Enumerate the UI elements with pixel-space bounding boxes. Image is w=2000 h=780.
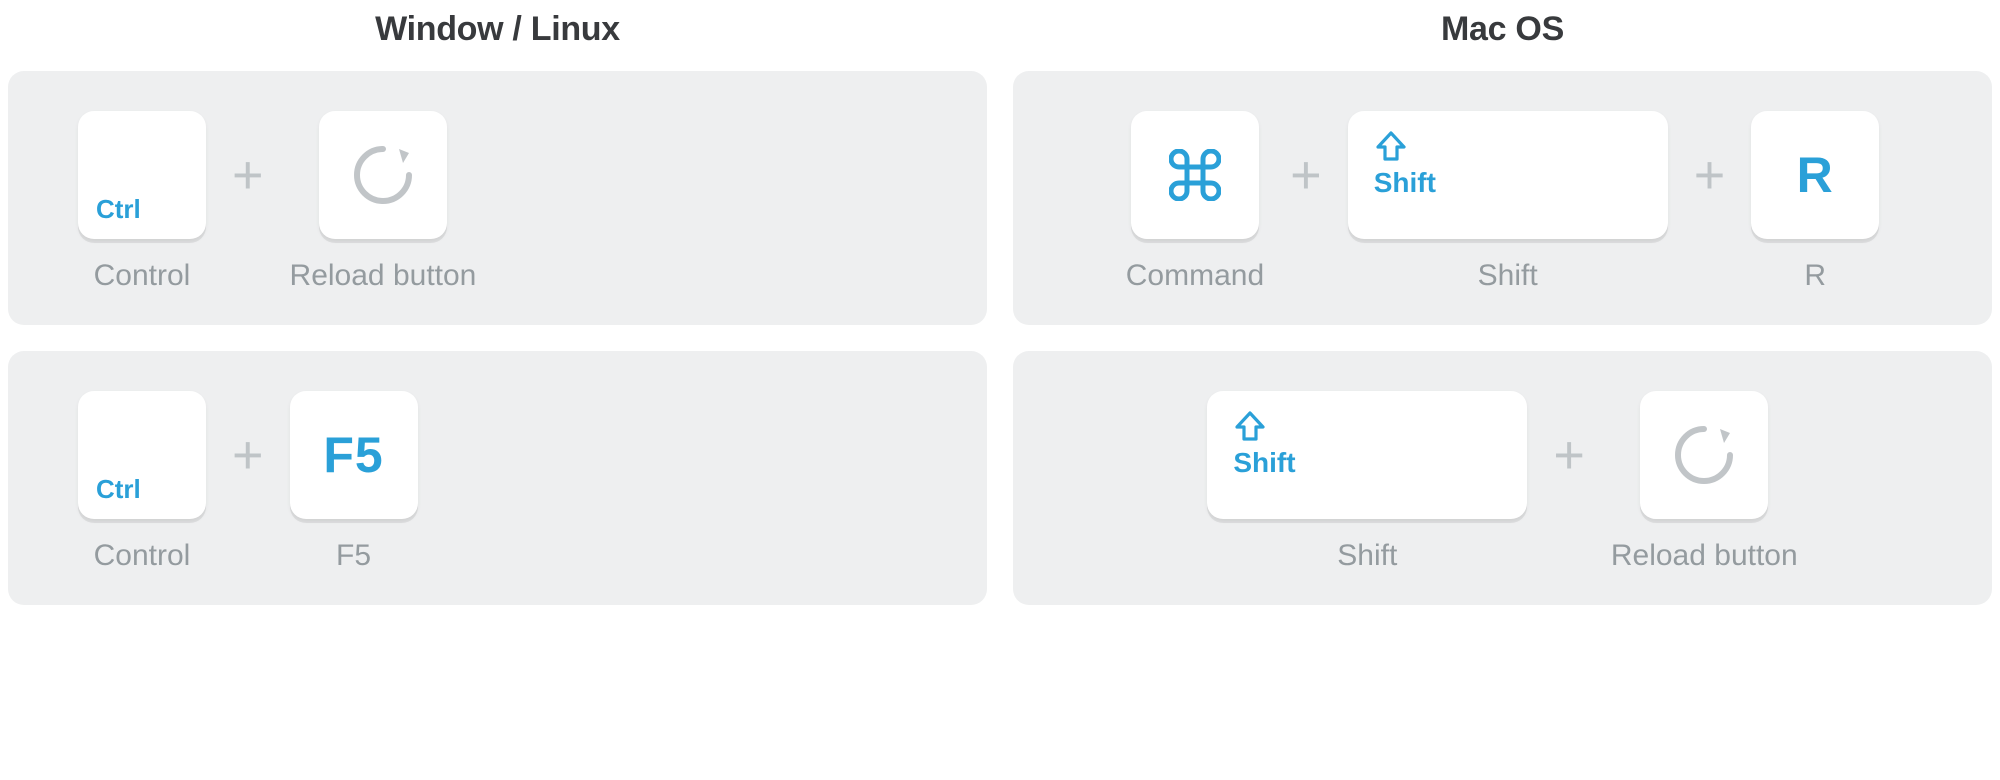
key-caption: Reload button — [1611, 539, 1798, 573]
key-label: R — [1797, 146, 1834, 204]
key-caption: Reload button — [290, 259, 477, 293]
plus-separator: + — [228, 391, 268, 519]
shortcut-columns: Window / Linux Ctrl Control + — [0, 10, 2000, 605]
plus-separator: + — [1690, 111, 1730, 239]
reload-key — [319, 111, 447, 239]
reload-icon — [1668, 419, 1740, 491]
key-group-shift: Shift Shift — [1207, 391, 1527, 573]
key-label: Shift — [1374, 167, 1436, 199]
key-label: Ctrl — [96, 194, 141, 225]
shortcut-panel-shift-reload: Shift Shift + Relo — [1013, 351, 1992, 605]
key-group-ctrl: Ctrl Control — [78, 111, 206, 293]
key-group-f5: F5 F5 — [290, 391, 418, 573]
shift-key: Shift — [1207, 391, 1527, 519]
ctrl-key: Ctrl — [78, 111, 206, 239]
key-caption: Shift — [1478, 259, 1538, 293]
key-label: Ctrl — [96, 474, 141, 505]
key-caption: Control — [94, 539, 191, 573]
column-mac-os: Mac OS Command + — [1013, 10, 1992, 605]
key-label: Shift — [1233, 447, 1295, 479]
key-caption: Control — [94, 259, 191, 293]
r-key: R — [1751, 111, 1879, 239]
key-group-reload: Reload button — [1611, 391, 1798, 573]
shortcut-row: Command + Shift Shi — [1053, 111, 1952, 293]
shortcut-panel-cmd-shift-r: Command + Shift Shi — [1013, 71, 1992, 325]
key-caption: Shift — [1337, 539, 1397, 573]
shortcut-row: Ctrl Control + F5 F5 — [48, 391, 947, 573]
key-caption: Command — [1126, 259, 1264, 293]
plus-separator: + — [1549, 391, 1589, 519]
reload-key — [1640, 391, 1768, 519]
key-caption: F5 — [336, 539, 371, 573]
key-group-reload: Reload button — [290, 111, 477, 293]
key-group-r: R R — [1751, 111, 1879, 293]
key-label: F5 — [323, 426, 383, 484]
column-title-mac: Mac OS — [1013, 10, 1992, 49]
f5-key: F5 — [290, 391, 418, 519]
plus-separator: + — [1286, 111, 1326, 239]
shortcut-panel-ctrl-f5: Ctrl Control + F5 F5 — [8, 351, 987, 605]
ctrl-key: Ctrl — [78, 391, 206, 519]
shortcut-row: Shift Shift + Relo — [1053, 391, 1952, 573]
plus-separator: + — [228, 111, 268, 239]
column-windows-linux: Window / Linux Ctrl Control + — [8, 10, 987, 605]
shift-key: Shift — [1348, 111, 1668, 239]
command-icon — [1169, 149, 1221, 201]
reload-icon — [347, 139, 419, 211]
key-group-shift: Shift Shift — [1348, 111, 1668, 293]
shift-arrow-icon — [1374, 129, 1408, 163]
column-title-windows: Window / Linux — [8, 10, 987, 49]
shift-arrow-icon — [1233, 409, 1267, 443]
key-group-ctrl: Ctrl Control — [78, 391, 206, 573]
shortcut-row: Ctrl Control + Reload button — [48, 111, 947, 293]
shortcut-panel-ctrl-reload: Ctrl Control + Reload button — [8, 71, 987, 325]
key-caption: R — [1804, 259, 1826, 293]
command-key — [1131, 111, 1259, 239]
key-group-command: Command — [1126, 111, 1264, 293]
